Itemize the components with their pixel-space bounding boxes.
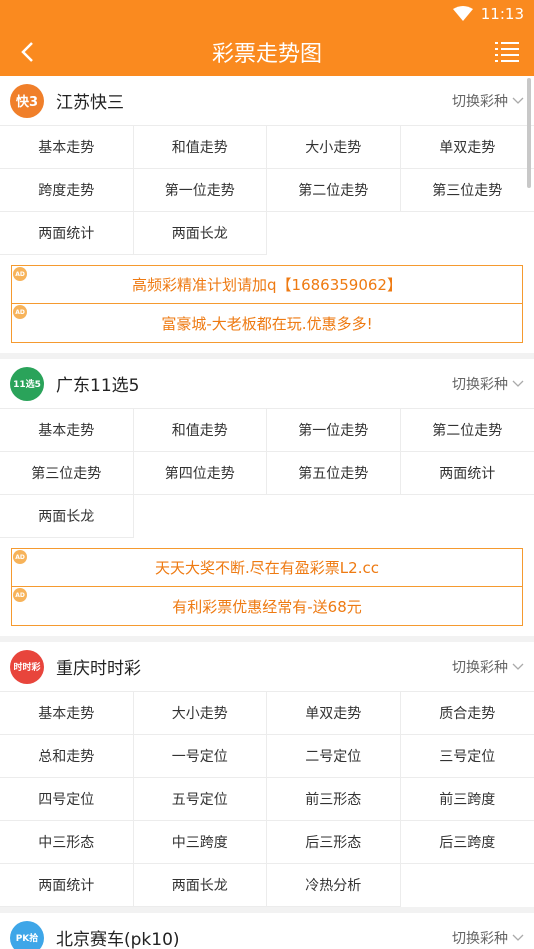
trend-link[interactable]: 前三形态 xyxy=(267,778,401,821)
trend-link[interactable]: 大小走势 xyxy=(267,126,401,169)
section-header: 时时彩 重庆时时彩 切换彩种 xyxy=(0,642,534,692)
trend-link[interactable]: 和值走势 xyxy=(133,409,267,452)
trend-link[interactable]: 二号定位 xyxy=(267,735,401,778)
switch-lottery-button[interactable]: 切换彩种 xyxy=(452,657,524,677)
trend-link[interactable]: 一号定位 xyxy=(133,735,267,778)
trend-link[interactable]: 三号定位 xyxy=(400,735,534,778)
trend-link[interactable]: 大小走势 xyxy=(133,692,267,735)
trend-link[interactable]: 两面统计 xyxy=(0,864,134,907)
ad-text: 富豪城-大老板都在玩.优惠多多! xyxy=(161,314,373,333)
trend-link[interactable]: 第三位走势 xyxy=(400,169,534,212)
trend-link[interactable]: 五号定位 xyxy=(133,778,267,821)
status-bar: 11:13 xyxy=(0,0,534,28)
trend-link[interactable]: 冷热分析 xyxy=(267,864,401,907)
trend-link[interactable]: 基本走势 xyxy=(0,409,134,452)
trend-link[interactable]: 两面长龙 xyxy=(133,864,267,907)
section-title: 重庆时时彩 xyxy=(56,659,141,679)
trend-link[interactable]: 基本走势 xyxy=(0,126,134,169)
section-header: 快3 江苏快三 切换彩种 xyxy=(0,76,534,126)
trend-link[interactable]: 两面长龙 xyxy=(0,495,134,538)
trend-link[interactable]: 中三跨度 xyxy=(133,821,267,864)
trend-link[interactable]: 基本走势 xyxy=(0,692,134,735)
lottery-section: 快3 江苏快三 切换彩种基本走势 和值走势 大小走势 单双走势跨度走势 第一位走势 第二位走势… xyxy=(0,76,534,353)
switch-lottery-label: 切换彩种 xyxy=(452,93,508,110)
trend-link[interactable]: 后三形态 xyxy=(267,821,401,864)
section-header: PK拾 北京赛车(pk10) 切换彩种 xyxy=(0,913,534,949)
trend-link[interactable]: 两面统计 xyxy=(0,212,134,255)
switch-lottery-button[interactable]: 切换彩种 xyxy=(452,91,524,111)
trend-link[interactable]: 前三跨度 xyxy=(400,778,534,821)
section-title: 北京赛车(pk10) xyxy=(56,930,180,949)
trend-link[interactable]: 单双走势 xyxy=(400,126,534,169)
trend-link[interactable]: 第四位走势 xyxy=(133,452,267,495)
ad-block: AD 天天大奖不断.尽在有盈彩票L2.cc AD 有利彩票优惠经常有-送68元 xyxy=(0,538,534,636)
page-title: 彩票走势图 xyxy=(211,42,322,67)
trend-link[interactable]: 和值走势 xyxy=(133,126,267,169)
trend-link[interactable]: 第二位走势 xyxy=(267,169,401,212)
switch-lottery-label: 切换彩种 xyxy=(452,659,508,676)
status-time: 11:13 xyxy=(480,5,524,23)
back-button[interactable] xyxy=(10,35,44,69)
ad-badge-icon: AD xyxy=(13,550,27,564)
trend-link[interactable]: 中三形态 xyxy=(0,821,134,864)
ad-banner[interactable]: AD 有利彩票优惠经常有-送68元 xyxy=(11,587,523,626)
app-bar: 彩票走势图 xyxy=(0,28,534,76)
trend-link[interactable]: 第二位走势 xyxy=(400,409,534,452)
ad-block: AD 高频彩精准计划请加q【1686359062】 AD 富豪城-大老板都在玩.优惠多… xyxy=(0,255,534,353)
ad-banner[interactable]: AD 富豪城-大老板都在玩.优惠多多! xyxy=(11,304,523,343)
lottery-section: 时时彩 重庆时时彩 切换彩种基本走势 大小走势 单双走势 质合走势总和走势 一号定位 二号定位… xyxy=(0,642,534,907)
chevron-down-icon xyxy=(512,934,524,941)
ad-banner[interactable]: AD 高频彩精准计划请加q【1686359062】 xyxy=(11,265,523,304)
trend-link[interactable]: 第一位走势 xyxy=(267,409,401,452)
list-menu-icon xyxy=(495,42,519,62)
switch-lottery-button[interactable]: 切换彩种 xyxy=(452,374,524,394)
lottery-logo-icon: 快3 xyxy=(10,83,44,118)
ad-badge-icon: AD xyxy=(13,267,27,281)
ad-banner[interactable]: AD 天天大奖不断.尽在有盈彩票L2.cc xyxy=(11,548,523,587)
trend-link[interactable]: 第五位走势 xyxy=(267,452,401,495)
lottery-logo-icon: 11选5 xyxy=(10,366,44,401)
trend-grid: 基本走势 和值走势 第一位走势 第二位走势第三位走势 第四位走势 第五位走势 两面统计两面长… xyxy=(0,409,534,538)
lottery-logo-icon: PK拾 xyxy=(10,920,44,949)
trend-grid: 基本走势 和值走势 大小走势 单双走势跨度走势 第一位走势 第二位走势 第三位走势两面统计两… xyxy=(0,126,534,255)
section-title: 广东11选5 xyxy=(56,376,140,396)
lottery-list: 快3 江苏快三 切换彩种 基本走势 和值走势 大小走势 单双走势 跨度走势 第一位走势 第二位走势… xyxy=(0,76,534,949)
trend-link[interactable]: 跨度走势 xyxy=(0,169,134,212)
chevron-down-icon xyxy=(512,663,524,670)
switch-lottery-button[interactable]: 切换彩种 xyxy=(452,928,524,948)
lottery-logo-icon: 时时彩 xyxy=(10,649,44,684)
chevron-down-icon xyxy=(512,97,524,104)
ad-badge-icon: AD xyxy=(13,588,27,602)
wifi-icon xyxy=(452,6,473,21)
scrollbar[interactable] xyxy=(527,78,531,188)
trend-link[interactable]: 总和走势 xyxy=(0,735,134,778)
trend-link[interactable]: 四号定位 xyxy=(0,778,134,821)
trend-link[interactable]: 第一位走势 xyxy=(133,169,267,212)
trend-link[interactable]: 第三位走势 xyxy=(0,452,134,495)
switch-lottery-label: 切换彩种 xyxy=(452,376,508,393)
ad-text: 高频彩精准计划请加q【1686359062】 xyxy=(132,276,402,294)
section-title: 江苏快三 xyxy=(56,93,124,113)
trend-link[interactable]: 后三跨度 xyxy=(400,821,534,864)
menu-button[interactable] xyxy=(490,35,524,69)
trend-link[interactable]: 两面统计 xyxy=(400,452,534,495)
trend-grid: 基本走势 大小走势 单双走势 质合走势总和走势 一号定位 二号定位 三号定位四号定位 五号定位… xyxy=(0,692,534,907)
back-arrow-icon xyxy=(21,42,33,62)
ad-text: 天天大奖不断.尽在有盈彩票L2.cc xyxy=(155,559,379,577)
ad-text: 有利彩票优惠经常有-送68元 xyxy=(172,597,362,616)
trend-link[interactable]: 质合走势 xyxy=(400,692,534,735)
trend-link[interactable]: 两面长龙 xyxy=(133,212,267,255)
ad-badge-icon: AD xyxy=(13,305,27,319)
lottery-section: PK拾 北京赛车(pk10) 切换彩种 xyxy=(0,913,534,949)
chevron-down-icon xyxy=(512,380,524,387)
lottery-section: 11选5 广东11选5 切换彩种基本走势 和值走势 第一位走势 第二位走势第三位走势 第四位… xyxy=(0,359,534,636)
section-header: 11选5 广东11选5 切换彩种 xyxy=(0,359,534,409)
trend-link[interactable]: 单双走势 xyxy=(267,692,401,735)
switch-lottery-label: 切换彩种 xyxy=(452,930,508,947)
